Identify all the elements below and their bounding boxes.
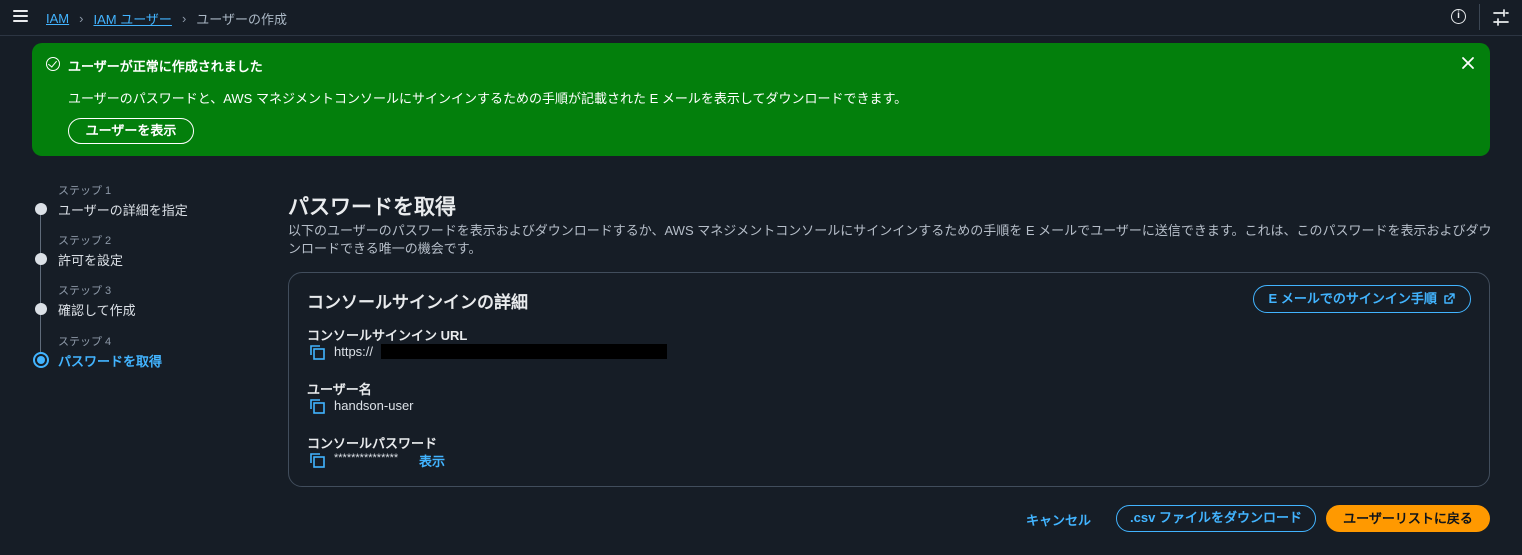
email-signin-instructions-button[interactable]: E メールでのサインイン手順 [1253, 285, 1471, 313]
page-title: パスワードを取得 [288, 196, 456, 219]
topbar-divider [1479, 4, 1480, 30]
step-connector-line [40, 214, 41, 354]
step-dot-active [33, 352, 49, 368]
password-masked-value: *************** [334, 452, 399, 464]
check-circle-icon [46, 57, 60, 71]
breadcrumb-create-user: ユーザーの作成 [196, 12, 288, 27]
copy-icon[interactable] [309, 398, 325, 414]
close-icon[interactable] [1460, 55, 1476, 71]
hamburger-menu-icon[interactable] [13, 10, 28, 24]
view-user-button[interactable]: ユーザーを表示 [68, 118, 194, 144]
flash-message: ユーザーのパスワードと、AWS マネジメントコンソールにサインインするための手順… [68, 91, 908, 106]
breadcrumb: IAM › IAM ユーザー › ユーザーの作成 [46, 9, 287, 28]
breadcrumb-iam-users[interactable]: IAM ユーザー [93, 9, 171, 28]
step-number: ステップ 4 [58, 336, 112, 348]
step-dot [35, 303, 47, 315]
copy-icon[interactable] [309, 452, 325, 468]
external-link-icon [1444, 293, 1456, 304]
email-button-label: E メールでのサインイン手順 [1268, 291, 1437, 306]
flash-title: ユーザーが正常に作成されました [68, 59, 263, 74]
return-to-user-list-button[interactable]: ユーザーリストに戻る [1326, 505, 1490, 532]
page-description: 以下のユーザーのパスワードを表示およびダウンロードするか、AWS マネジメントコ… [288, 223, 1492, 256]
download-csv-button[interactable]: .csv ファイルをダウンロード [1116, 505, 1316, 532]
copy-icon[interactable] [309, 344, 325, 360]
success-flash-banner: ユーザーが正常に作成されました ユーザーのパスワードと、AWS マネジメントコン… [32, 43, 1490, 156]
step-title: 確認して作成 [58, 303, 136, 318]
console-signin-details-card: コンソールサインインの詳細 E メールでのサインイン手順 コンソールサインイン … [288, 272, 1490, 487]
step-dot [35, 203, 47, 215]
info-icon[interactable]: i [1451, 9, 1466, 24]
step-number: ステップ 1 [58, 185, 112, 197]
console-url-value: https:// [334, 344, 374, 359]
breadcrumb-iam[interactable]: IAM [46, 11, 69, 26]
username-value: handson-user [334, 398, 414, 413]
cancel-button[interactable]: キャンセル [1026, 510, 1091, 529]
step-number: ステップ 3 [58, 285, 112, 297]
step-dot [35, 253, 47, 265]
card-title: コンソールサインインの詳細 [307, 293, 528, 312]
username-label: ユーザー名 [307, 382, 372, 397]
step-title: ユーザーの詳細を指定 [58, 203, 188, 218]
console-password-label: コンソールパスワード [307, 436, 438, 451]
step-title: 許可を設定 [58, 253, 124, 268]
show-password-link[interactable]: 表示 [419, 451, 445, 470]
step-title: パスワードを取得 [58, 354, 163, 369]
redacted-block [381, 344, 667, 359]
split-panel-icon[interactable] [1492, 9, 1510, 26]
chevron-right-icon: › [181, 11, 187, 26]
console-url-label: コンソールサインイン URL [307, 328, 468, 343]
chevron-right-icon: › [79, 11, 84, 26]
top-navigation-bar: IAM › IAM ユーザー › ユーザーの作成 i [0, 0, 1522, 36]
step-number: ステップ 2 [58, 235, 112, 247]
